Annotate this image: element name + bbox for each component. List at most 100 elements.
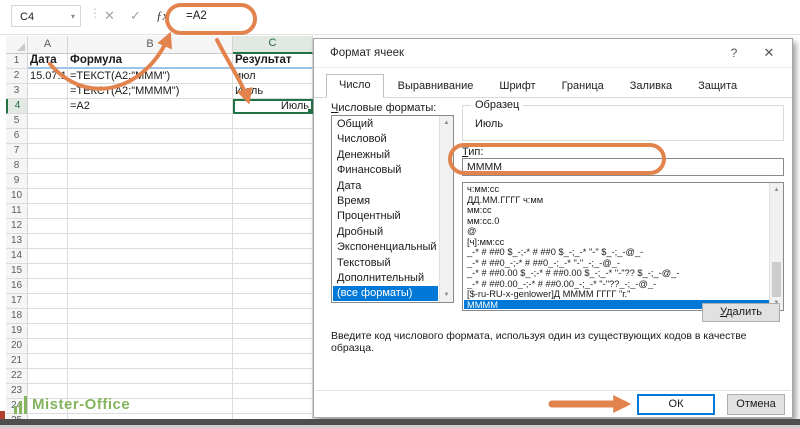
format-code-item[interactable]: _-* # ##0.00_-;-* # ##0.00_-;_-* "-"??_-… xyxy=(464,279,769,290)
row-header-2[interactable]: 2 xyxy=(6,69,28,84)
cell-A21[interactable] xyxy=(28,354,68,369)
cell-B10[interactable] xyxy=(68,189,233,204)
cell-B17[interactable] xyxy=(68,294,233,309)
category-scrollbar[interactable]: ▲ ▼ xyxy=(439,116,453,302)
cell-B5[interactable] xyxy=(68,114,233,129)
row-header-15[interactable]: 15 xyxy=(6,264,28,279)
cell-A10[interactable] xyxy=(28,189,68,204)
cell-C6[interactable] xyxy=(233,129,313,144)
cell-A13[interactable] xyxy=(28,234,68,249)
scroll-down-icon[interactable]: ▼ xyxy=(440,289,453,301)
scroll-up-icon[interactable]: ▲ xyxy=(440,117,453,129)
row-header-8[interactable]: 8 xyxy=(6,159,28,174)
cell-C23[interactable] xyxy=(233,384,313,399)
category-item[interactable]: Дата xyxy=(333,179,438,194)
cell-C15[interactable] xyxy=(233,264,313,279)
tab-Граница[interactable]: Граница xyxy=(550,76,616,97)
row-header-9[interactable]: 9 xyxy=(6,174,28,189)
row-header-1[interactable]: 1 xyxy=(6,54,28,69)
cell-A9[interactable] xyxy=(28,174,68,189)
format-code-item[interactable]: _-* # ##0 $_-;-* # ##0 $_-;_-* "-" $_-;_… xyxy=(464,247,769,258)
cell-A12[interactable] xyxy=(28,219,68,234)
cell-B1[interactable]: Формула xyxy=(68,54,233,69)
help-icon[interactable]: ? xyxy=(724,39,744,67)
category-item[interactable]: Денежный xyxy=(333,148,438,163)
category-item[interactable]: (все форматы) xyxy=(333,286,438,301)
format-code-item[interactable]: _-* # ##0.00 $_-;-* # ##0.00 $_-;_-* "-"… xyxy=(464,268,769,279)
category-item[interactable]: Процентный xyxy=(333,209,438,224)
category-item[interactable]: Дополнительный xyxy=(333,271,438,286)
tab-Шрифт[interactable]: Шрифт xyxy=(487,76,547,97)
cell-A22[interactable] xyxy=(28,369,68,384)
cell-B21[interactable] xyxy=(68,354,233,369)
row-header-21[interactable]: 21 xyxy=(6,354,28,369)
close-icon[interactable]: ✕ xyxy=(758,39,780,67)
format-code-item[interactable]: _-* # ##0_-;-* # ##0_-;_-* "-"_-;_-@_- xyxy=(464,258,769,269)
format-codes-list[interactable]: ч:мм:сс ДД.ММ.ГГГГ ч:мм мм:сс мм:сс.0 @ [ч]:м… xyxy=(462,182,784,311)
cell-C12[interactable] xyxy=(233,219,313,234)
cell-B15[interactable] xyxy=(68,264,233,279)
enter-entry-icon[interactable]: ✓ xyxy=(130,5,141,27)
cell-C7[interactable] xyxy=(233,144,313,159)
cell-C9[interactable] xyxy=(233,174,313,189)
format-code-item[interactable]: @ xyxy=(464,226,769,237)
format-code-item[interactable]: ч:мм:сс xyxy=(464,184,769,195)
format-code-item[interactable]: мм:сс xyxy=(464,205,769,216)
row-header-4[interactable]: 4 xyxy=(6,99,28,114)
row-header-16[interactable]: 16 xyxy=(6,279,28,294)
row-header-7[interactable]: 7 xyxy=(6,144,28,159)
name-box-dropdown-icon[interactable]: ▾ xyxy=(71,6,75,28)
cell-B3[interactable]: =ТЕКСТ(A2;"ММММ") xyxy=(68,84,233,99)
column-header-B[interactable]: B xyxy=(68,36,233,54)
cell-B20[interactable] xyxy=(68,339,233,354)
row-header-5[interactable]: 5 xyxy=(6,114,28,129)
cell-B6[interactable] xyxy=(68,129,233,144)
cell-C14[interactable] xyxy=(233,249,313,264)
cell-C13[interactable] xyxy=(233,234,313,249)
cell-C1[interactable]: Результат xyxy=(233,54,313,69)
cell-B7[interactable] xyxy=(68,144,233,159)
cell-B19[interactable] xyxy=(68,324,233,339)
category-item[interactable]: Числовой xyxy=(333,132,438,147)
cell-B14[interactable] xyxy=(68,249,233,264)
tab-Заливка[interactable]: Заливка xyxy=(618,76,684,97)
cell-A8[interactable] xyxy=(28,159,68,174)
cell-C3[interactable]: Июль xyxy=(233,84,313,99)
cell-C4[interactable]: Июль xyxy=(233,99,313,114)
row-header-12[interactable]: 12 xyxy=(6,219,28,234)
select-all-corner[interactable] xyxy=(6,36,28,54)
row-header-13[interactable]: 13 xyxy=(6,234,28,249)
category-item[interactable]: Общий xyxy=(333,117,438,132)
cell-A14[interactable] xyxy=(28,249,68,264)
cell-B12[interactable] xyxy=(68,219,233,234)
cell-C5[interactable] xyxy=(233,114,313,129)
row-header-10[interactable]: 10 xyxy=(6,189,28,204)
cell-C21[interactable] xyxy=(233,354,313,369)
cell-C8[interactable] xyxy=(233,159,313,174)
format-code-item[interactable]: мм:сс.0 xyxy=(464,216,769,227)
cell-A6[interactable] xyxy=(28,129,68,144)
cell-C17[interactable] xyxy=(233,294,313,309)
ok-button[interactable]: ОК xyxy=(637,394,715,415)
cell-A2[interactable]: 15.07.1992 xyxy=(28,69,68,84)
cell-B13[interactable] xyxy=(68,234,233,249)
cell-C22[interactable] xyxy=(233,369,313,384)
category-item[interactable]: Финансовый xyxy=(333,163,438,178)
category-item[interactable]: Экспоненциальный xyxy=(333,240,438,255)
format-code-item[interactable]: [$-ru-RU-x-genlower]Д ММММ ГГГГ "г." xyxy=(464,289,769,300)
column-header-A[interactable]: A xyxy=(28,36,68,54)
cell-C18[interactable] xyxy=(233,309,313,324)
scroll-up-icon[interactable]: ▲ xyxy=(770,184,783,196)
tab-Выравнивание[interactable]: Выравнивание xyxy=(386,76,486,97)
row-header-20[interactable]: 20 xyxy=(6,339,28,354)
insert-function-icon[interactable]: ƒx xyxy=(156,5,168,27)
cell-B18[interactable] xyxy=(68,309,233,324)
cell-B9[interactable] xyxy=(68,174,233,189)
cell-B2[interactable]: =ТЕКСТ(A2;"МММ") xyxy=(68,69,233,84)
cell-B16[interactable] xyxy=(68,279,233,294)
cell-B11[interactable] xyxy=(68,204,233,219)
tab-Число[interactable]: Число xyxy=(326,74,384,98)
category-listbox[interactable]: Общий Числовой Денежный Финансовый Дата Время… xyxy=(331,115,454,303)
cell-C16[interactable] xyxy=(233,279,313,294)
cell-A16[interactable] xyxy=(28,279,68,294)
